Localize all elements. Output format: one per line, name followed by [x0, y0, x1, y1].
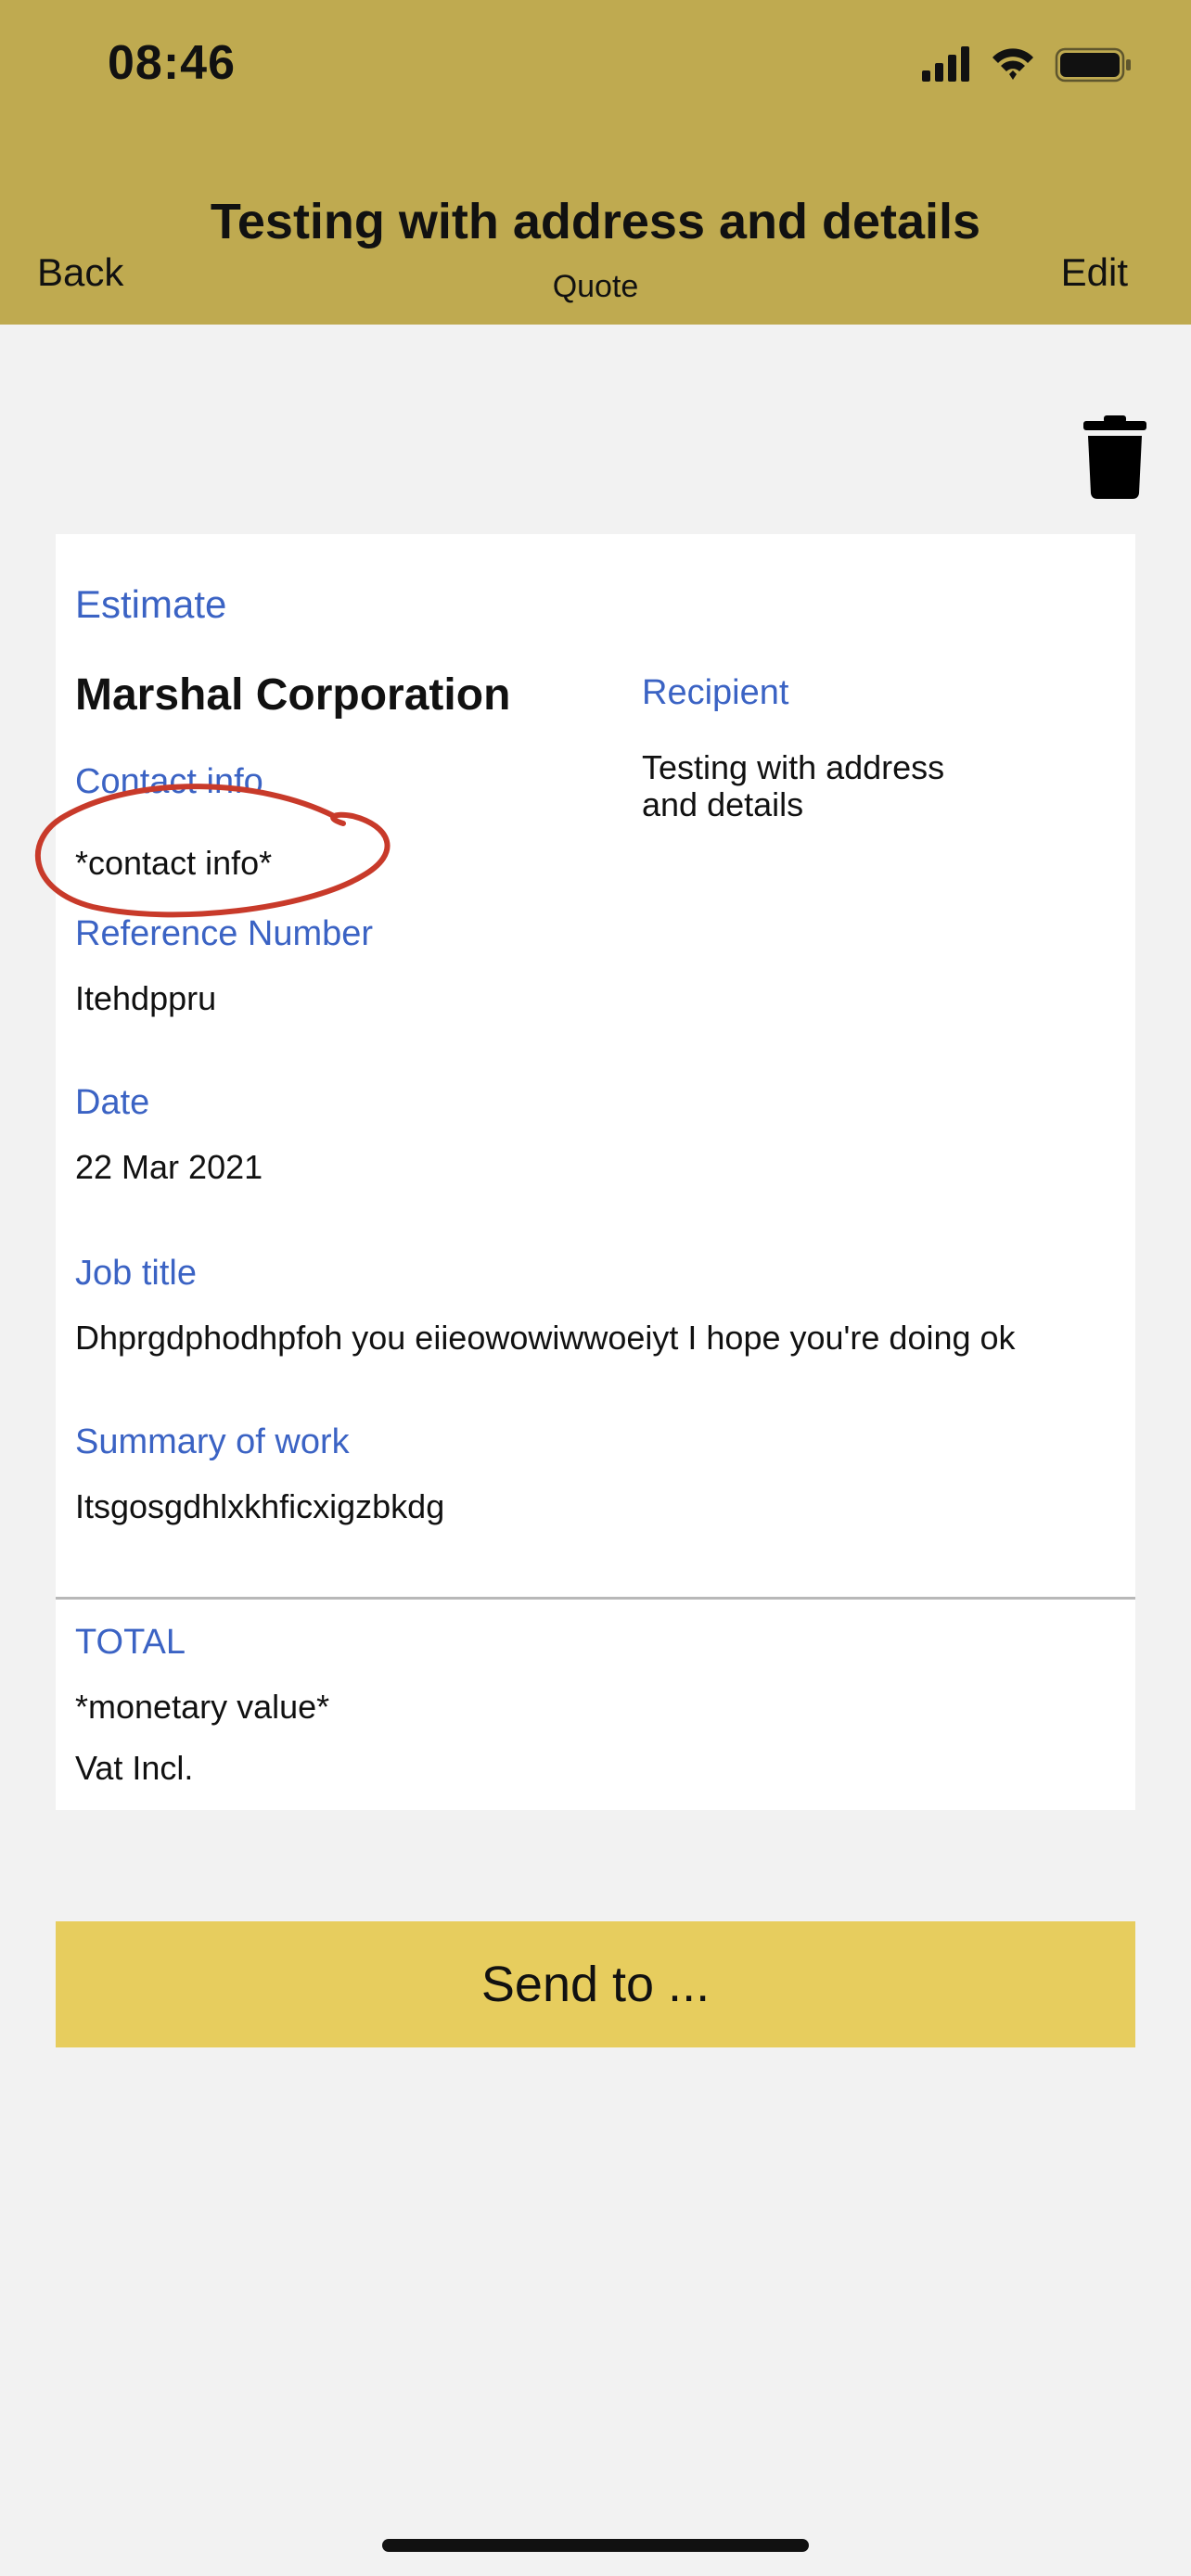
recipient-value-line1: Testing with address: [642, 748, 945, 786]
date-value: 22 Mar 2021: [75, 1148, 263, 1186]
edit-button[interactable]: Edit: [1061, 250, 1128, 295]
reference-number-label: Reference Number: [75, 914, 374, 953]
page-title: Testing with address and details: [210, 194, 981, 249]
total-label: TOTAL: [75, 1623, 186, 1662]
date-label: Date: [75, 1083, 150, 1122]
contact-info-label: Contact info: [75, 762, 263, 801]
job-title-value: Dhprgdphodhpfoh you eiieowowiwwoeiyt I h…: [75, 1319, 1016, 1357]
recipient-label: Recipient: [642, 673, 789, 712]
status-icons: [922, 46, 1131, 83]
page-subtitle: Quote: [552, 269, 639, 304]
total-value: *monetary value*: [75, 1688, 330, 1726]
estimate-heading: Estimate: [75, 582, 227, 626]
signal-icon: [922, 46, 969, 82]
home-indicator: [382, 2539, 809, 2552]
recipient-value: Testing with address and details: [642, 749, 944, 823]
recipient-value-line2: and details: [642, 785, 804, 823]
estimate-card: Estimate Marshal Corporation Recipient T…: [56, 534, 1135, 1810]
reference-number-value: Itehdppru: [75, 979, 217, 1017]
status-time: 08:46: [108, 36, 236, 90]
vat-label: Vat Incl.: [75, 1749, 194, 1787]
battery-icon: [1055, 47, 1131, 83]
trash-icon[interactable]: [1083, 415, 1146, 499]
wifi-icon: [992, 48, 1033, 80]
contact-info-value: *contact info*: [75, 844, 273, 882]
job-title-label: Job title: [75, 1254, 197, 1293]
summary-label: Summary of work: [75, 1422, 350, 1461]
send-to-button[interactable]: Send to ...: [56, 1921, 1135, 2047]
summary-value: Itsgosgdhlxkhficxigzbkdg: [75, 1487, 445, 1525]
total-divider: [56, 1597, 1135, 1600]
company-name: Marshal Corporation: [75, 670, 511, 720]
app-header: 08:46 Testing with address and details B…: [0, 0, 1191, 325]
